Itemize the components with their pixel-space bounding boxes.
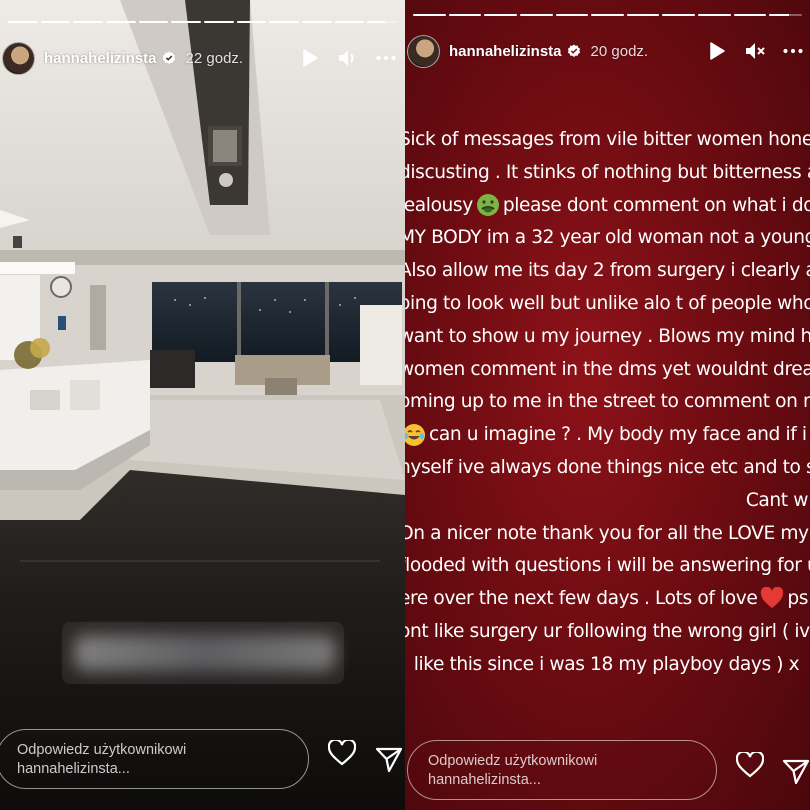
story-text-line: want to show u my journey . Blows my min… [405,325,810,347]
story-text-line: discusting . It stinks of nothing but bi… [405,161,810,183]
avatar[interactable] [2,41,35,75]
story-text-line: flooded with questions i will be answeri… [405,555,810,577]
story-header: hannahelizinsta 22 godz. [0,40,405,76]
verified-badge-icon [567,44,580,57]
story-text-line: oming up to me in the street to comment … [405,391,810,413]
send-icon[interactable] [374,745,404,775]
heart-icon[interactable] [327,738,357,768]
reply-placeholder-line2: hannahelizinsta... [17,761,130,777]
story-text: Sick of messages from vile bitter women … [405,124,810,682]
verified-badge-icon [162,51,175,64]
volume-icon[interactable] [338,48,358,68]
story-text-fragment: jealousy [405,194,473,216]
reply-input[interactable]: Odpowiedz użytkownikowi hannahelizinsta.… [0,729,309,789]
story-text-line: jealousy please dont comment on what i do… [405,190,810,223]
crying-laughing-emoji-icon [405,423,425,446]
red-heart-emoji-icon [761,586,784,608]
muted-icon[interactable] [745,41,765,61]
hospital-lobby-photo [0,0,405,810]
story-text-line: can u imagine ? . My body my face and if… [405,419,810,452]
story-header: hannahelizinsta 20 godz. [405,33,810,69]
play-icon[interactable] [707,41,727,61]
story-progress-bar [8,21,398,24]
nauseated-face-emoji-icon [476,194,499,217]
story-text-fragment: please dont comment on what i do w [502,194,810,216]
story-text-fragment: can u imagine ? . My body my face and if… [429,424,810,446]
left-story-panel: hannahelizinsta 22 godz. Odpowiedz użytk… [0,0,405,810]
story-text-line: MY BODY im a 32 year old woman not a you… [405,227,810,249]
username[interactable]: hannahelizinsta [449,43,562,60]
reply-placeholder-line1: Odpowiedz użytkownikowi [17,742,187,758]
story-time: 22 godz. [185,49,244,67]
right-story-panel: hannahelizinsta 20 godz. Sick of message… [405,0,810,810]
reply-input[interactable]: Odpowiedz użytkownikowi hannahelizinsta.… [407,740,717,800]
story-text-line: On a nicer note thank you for all the LO… [405,522,810,544]
more-icon[interactable] [376,48,396,68]
story-text-line: oing to look well but unlike alo t of pe… [405,292,810,314]
username[interactable]: hannahelizinsta [44,50,157,67]
more-icon[interactable] [783,41,803,61]
story-text-line: Sick of messages from vile bitter women … [405,129,810,150]
story-time: 20 godz. [590,42,649,60]
reply-placeholder-line2: hannahelizinsta... [428,772,541,788]
story-text-line: ont like surgery ur following the wrong … [405,620,810,642]
avatar[interactable] [407,34,440,68]
story-text-line: nyself ive always done things nice etc a… [405,456,810,478]
story-text-line: Cant w [745,489,809,511]
heart-icon[interactable] [735,750,765,780]
reply-placeholder-line1: Odpowiedz użytkownikowi [428,753,598,769]
story-text-line: Also allow me its day 2 from surgery i c… [405,260,810,282]
story-text-line: women comment in the dms yet wouldnt dre… [405,358,810,380]
story-text-line: ere over the next few days . Lots of lov… [405,583,810,616]
story-text-fragment: ps if y [787,588,810,610]
story-progress-bar [413,14,803,17]
blurred-caption-text [74,635,336,671]
story-text-fragment: ere over the next few days . Lots of lov… [405,588,758,610]
story-text-line: like this since i was 18 my playboy days… [413,653,800,675]
send-icon[interactable] [781,757,810,787]
play-icon[interactable] [300,48,320,68]
